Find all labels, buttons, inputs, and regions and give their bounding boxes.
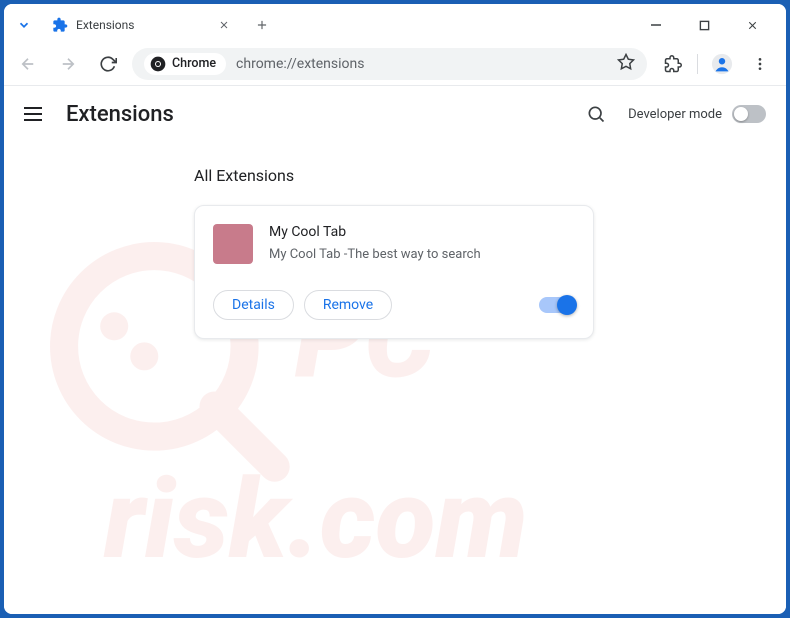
minimize-window-button[interactable]: [642, 11, 670, 39]
close-window-button[interactable]: [738, 11, 766, 39]
site-chip-label: Chrome: [172, 56, 216, 71]
svg-text:risk.com: risk.com: [103, 455, 528, 584]
reload-button[interactable]: [92, 48, 124, 80]
separator: [697, 54, 698, 74]
chrome-icon: [150, 56, 166, 72]
page-title: Extensions: [66, 102, 174, 127]
forward-button[interactable]: [52, 48, 84, 80]
url-text: chrome://extensions: [236, 56, 364, 72]
profile-button[interactable]: [708, 50, 736, 78]
extension-description: My Cool Tab -The best way to search: [269, 246, 575, 264]
search-extensions-button[interactable]: [582, 100, 610, 128]
bookmark-button[interactable]: [617, 53, 635, 75]
developer-mode-toggle[interactable]: [732, 105, 766, 123]
extension-name: My Cool Tab: [269, 224, 575, 240]
browser-tab[interactable]: Extensions: [42, 9, 242, 41]
puzzle-icon: [52, 17, 68, 33]
tabs-dropdown-button[interactable]: [12, 13, 36, 37]
details-button[interactable]: Details: [213, 290, 294, 320]
extension-icon: [213, 224, 253, 264]
hamburger-menu-button[interactable]: [24, 102, 48, 126]
remove-button[interactable]: Remove: [304, 290, 392, 320]
maximize-window-button[interactable]: [690, 11, 718, 39]
close-tab-button[interactable]: [216, 17, 232, 33]
extensions-button[interactable]: [659, 50, 687, 78]
kebab-menu-button[interactable]: [746, 50, 774, 78]
section-title: All Extensions: [194, 166, 766, 185]
tab-title: Extensions: [76, 18, 134, 32]
address-bar[interactable]: Chrome chrome://extensions: [132, 48, 647, 80]
extension-enable-toggle[interactable]: [539, 297, 575, 313]
developer-mode-label: Developer mode: [628, 107, 722, 122]
site-chip[interactable]: Chrome: [144, 53, 226, 75]
new-tab-button[interactable]: [248, 11, 276, 39]
extension-card: My Cool Tab My Cool Tab -The best way to…: [194, 205, 594, 339]
back-button[interactable]: [12, 48, 44, 80]
